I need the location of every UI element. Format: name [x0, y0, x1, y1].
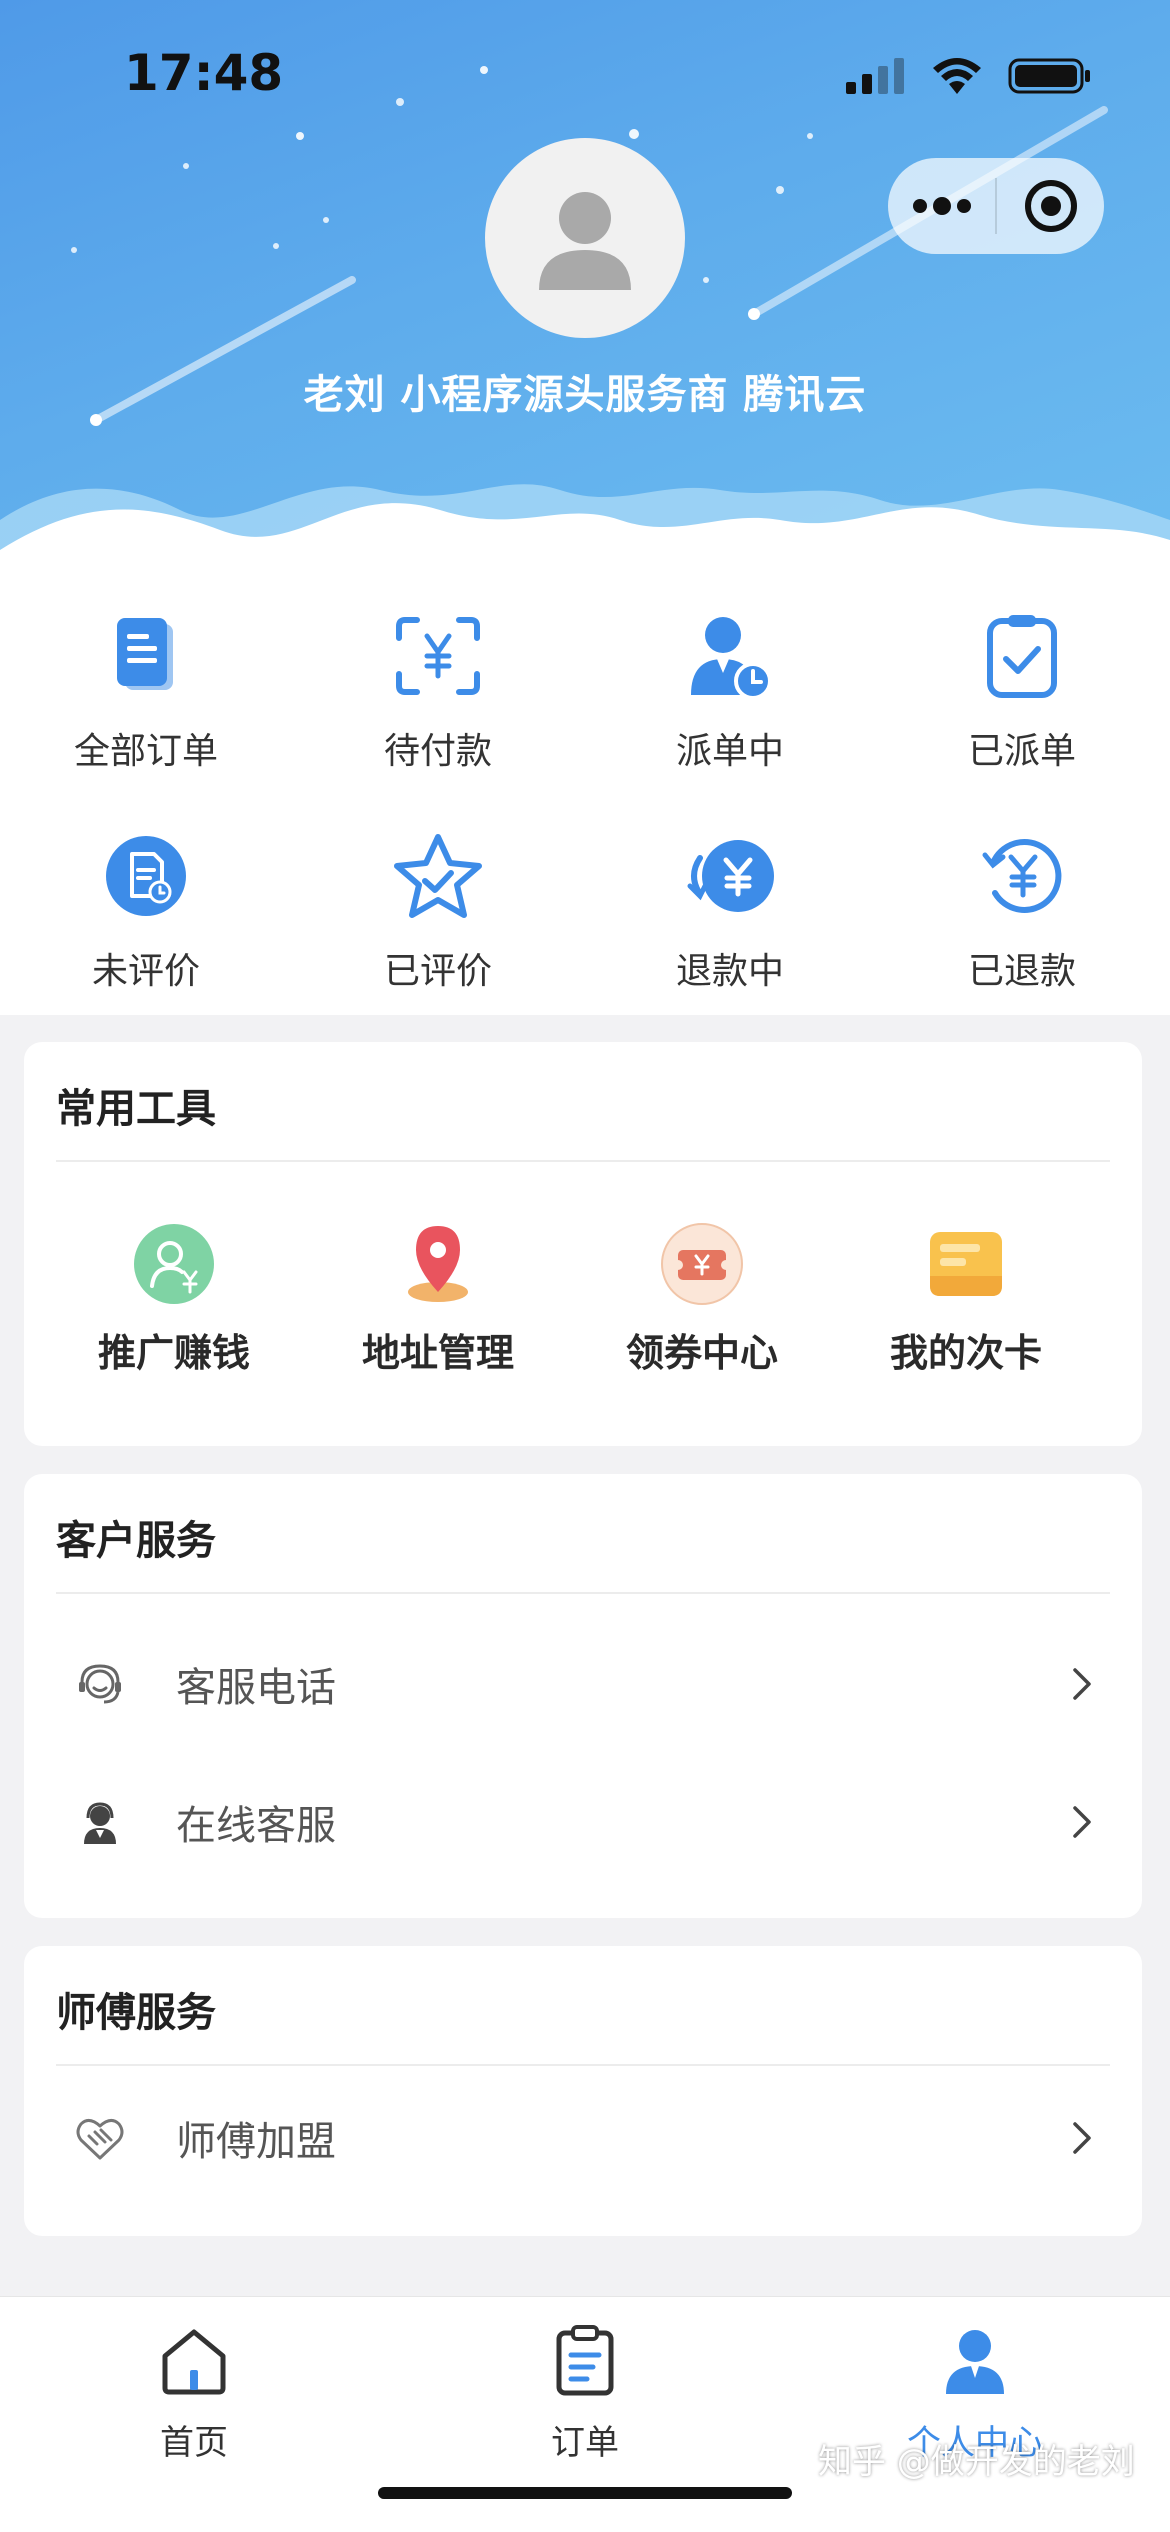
document-icon	[117, 618, 173, 690]
avatar[interactable]	[485, 138, 685, 338]
chevron-right-icon	[1073, 1806, 1091, 1838]
common-tools-card: 常用工具 推广赚钱 地址管理 领券中心 我的次卡	[24, 1042, 1142, 1446]
card-divider	[56, 1160, 1110, 1162]
common-tools-title: 常用工具	[56, 1086, 216, 1132]
order-refunded[interactable]: 已退款	[876, 828, 1168, 994]
tool-promote-earn[interactable]: 推广赚钱	[42, 1222, 306, 1377]
order-all[interactable]: 全部订单	[0, 608, 292, 774]
default-avatar-icon	[539, 192, 631, 290]
handshake-icon	[76, 2119, 124, 2160]
chevron-right-icon	[1073, 1668, 1091, 1700]
order-pending-payment-label: 待付款	[383, 731, 492, 772]
tool-coupon-center[interactable]: 领券中心	[570, 1222, 834, 1377]
order-shortcuts: 全部订单 待付款 派单中 已派单 未评价 已评价 退款中 已退款	[0, 570, 1170, 1015]
order-unrated[interactable]: 未评价	[0, 828, 292, 994]
tab-home-label: 首页	[160, 2423, 228, 2463]
location-pin-icon	[408, 1226, 468, 1302]
person-icon	[946, 2330, 1004, 2394]
master-join-row[interactable]: 师傅加盟	[56, 2088, 1110, 2188]
tool-my-card[interactable]: 我的次卡	[834, 1222, 1098, 1377]
card-icon	[930, 1232, 1002, 1296]
service-hotline-label: 客服电话	[176, 1665, 336, 1711]
order-all-label: 全部订单	[73, 731, 218, 772]
order-unrated-label: 未评价	[91, 951, 200, 992]
online-service-label: 在线客服	[176, 1803, 336, 1849]
wifi-icon	[933, 58, 981, 94]
tool-address-manage[interactable]: 地址管理	[306, 1222, 570, 1377]
note-circle-icon	[106, 836, 186, 916]
master-service-card: 师傅服务 师傅加盟	[24, 1946, 1142, 2236]
profile-header: 17:48 老刘 小程序源头服务商 腾讯云	[0, 0, 1170, 580]
status-time: 17:48	[124, 44, 284, 102]
tool-my-card-label: 我的次卡	[889, 1331, 1042, 1375]
star-check-icon	[394, 834, 482, 918]
service-hotline-row[interactable]: 客服电话	[56, 1634, 1110, 1734]
tab-home[interactable]: 首页	[64, 2321, 324, 2464]
order-rated-label: 已评价	[383, 951, 492, 992]
card-divider	[56, 2064, 1110, 2066]
status-icons	[844, 56, 1092, 96]
scan-yen-icon	[396, 617, 480, 695]
chevron-right-icon	[1073, 2122, 1091, 2154]
headset-icon	[79, 1664, 121, 1704]
target-close-icon	[1024, 180, 1077, 232]
clipboard-check-icon	[987, 615, 1057, 698]
customer-service-card: 客户服务 客服电话 在线客服	[24, 1474, 1142, 1918]
tool-promote-earn-label: 推广赚钱	[97, 1331, 250, 1375]
more-dots-icon	[912, 197, 971, 215]
order-refunding[interactable]: 退款中	[584, 828, 876, 994]
user-name: 老刘 小程序源头服务商 腾讯云	[303, 372, 867, 418]
order-rated[interactable]: 已评价	[292, 828, 584, 994]
home-indicator[interactable]	[378, 2487, 792, 2499]
cellular-signal-icon	[846, 58, 904, 94]
master-join-label: 师傅加盟	[176, 2119, 336, 2165]
customer-service-title: 客户服务	[56, 1518, 216, 1564]
order-refunding-label: 退款中	[675, 951, 784, 992]
order-dispatched[interactable]: 已派单	[876, 608, 1168, 774]
master-service-title: 师傅服务	[56, 1990, 216, 2036]
more-button[interactable]	[888, 158, 995, 254]
mini-program-capsule	[888, 158, 1104, 254]
close-program-button[interactable]	[997, 158, 1104, 254]
tab-orders[interactable]: 订单	[455, 2321, 715, 2464]
home-icon	[162, 2329, 226, 2395]
order-dispatching-label: 派单中	[675, 731, 784, 772]
coupon-icon	[661, 1223, 743, 1305]
user-yen-icon	[134, 1224, 214, 1304]
person-clock-icon	[691, 617, 772, 699]
watermark: 知乎 @做开发的老刘	[818, 2442, 1135, 2482]
refunded-yen-icon	[982, 839, 1062, 913]
agent-icon	[84, 1802, 116, 1844]
order-dispatched-label: 已派单	[967, 731, 1076, 772]
tab-orders-label: 订单	[551, 2423, 619, 2463]
card-divider	[56, 1592, 1110, 1594]
order-dispatching[interactable]: 派单中	[584, 608, 876, 774]
online-service-row[interactable]: 在线客服	[56, 1772, 1110, 1872]
order-refunded-label: 已退款	[967, 951, 1076, 992]
clipboard-list-icon	[556, 2325, 614, 2396]
tool-coupon-center-label: 领券中心	[625, 1331, 778, 1375]
refund-yen-icon	[687, 840, 774, 912]
tool-address-manage-label: 地址管理	[361, 1331, 514, 1375]
battery-icon	[1008, 58, 1090, 94]
order-pending-payment[interactable]: 待付款	[292, 608, 584, 774]
